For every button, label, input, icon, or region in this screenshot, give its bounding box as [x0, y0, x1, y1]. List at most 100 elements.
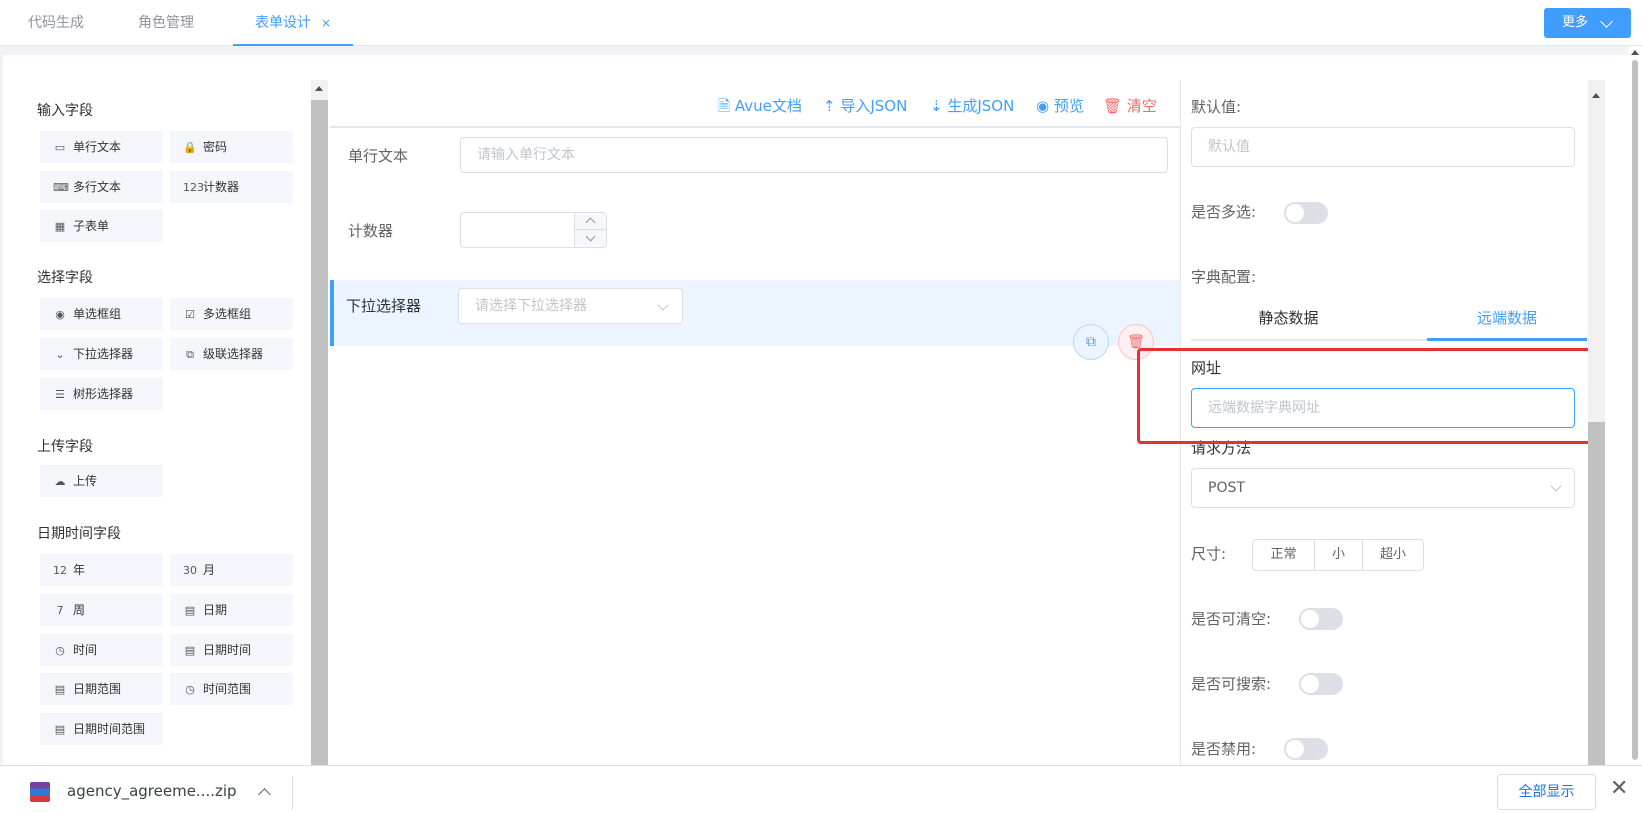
- field-label: 单行文本: [73, 140, 122, 154]
- field-cascader[interactable]: ⧉ 级联选择器: [170, 338, 293, 370]
- show-all-button[interactable]: 全部显示: [1497, 774, 1596, 810]
- field-label: 树形选择器: [73, 387, 134, 401]
- group-title-select: 选择字段: [37, 270, 93, 286]
- field-checkbox-group[interactable]: ☑ 多选框组: [170, 298, 293, 330]
- download-file-name[interactable]: agency_agreeme....zip: [67, 782, 237, 800]
- close-icon[interactable]: ✕: [1610, 776, 1628, 801]
- size-radio-group: 正常 小 超小: [1252, 539, 1424, 571]
- searchable-label: 是否可搜索:: [1191, 675, 1272, 693]
- field-label: 级联选择器: [203, 347, 264, 361]
- scroll-up-arrow-icon[interactable]: [1631, 50, 1639, 55]
- default-value-label: 默认值:: [1191, 98, 1242, 116]
- field-time[interactable]: ◷ 时间: [40, 634, 163, 666]
- size-option-normal[interactable]: 正常: [1253, 540, 1314, 570]
- copy-item-button[interactable]: ⧉: [1073, 324, 1109, 360]
- tab-code-generation[interactable]: 代码生成: [28, 0, 84, 46]
- counter-stepper: [574, 213, 606, 247]
- disabled-label: 是否禁用:: [1191, 740, 1257, 758]
- field-counter[interactable]: 123计数器: [170, 171, 293, 203]
- field-label: 日期范围: [73, 682, 122, 696]
- document-icon: 🗎: [718, 97, 731, 115]
- trash-icon: 🗑: [1103, 97, 1123, 115]
- field-datetime-range[interactable]: ▤ 日期时间范围: [40, 713, 163, 745]
- import-json-label: 导入JSON: [840, 97, 908, 115]
- field-tree-select[interactable]: ☰ 树形选择器: [40, 378, 163, 410]
- decrease-button[interactable]: [575, 230, 606, 247]
- chevron-up-icon: [585, 217, 596, 228]
- scroll-up-arrow-icon[interactable]: [315, 86, 323, 91]
- group-title-input: 输入字段: [37, 103, 93, 119]
- preview-button[interactable]: ◉ 预览: [1036, 95, 1084, 116]
- avue-docs-label: Avue文档: [734, 97, 802, 115]
- cloud-upload-icon: ☁: [54, 475, 66, 488]
- field-select[interactable]: ⌄ 下拉选择器: [40, 338, 163, 370]
- field-upload[interactable]: ☁ 上传: [40, 465, 163, 497]
- single-text-input[interactable]: 请输入单行文本: [460, 137, 1168, 173]
- clearable-switch[interactable]: [1299, 608, 1343, 630]
- chevron-up-icon[interactable]: [258, 788, 271, 801]
- chevron-down-icon: [1550, 480, 1562, 492]
- tab-label: 代码生成: [28, 15, 84, 31]
- field-month[interactable]: 30 月: [170, 554, 293, 586]
- size-label: 尺寸:: [1191, 545, 1227, 563]
- import-json-button[interactable]: ⇡ 导入JSON: [823, 95, 907, 116]
- properties-scrollbar[interactable]: [1588, 80, 1605, 765]
- close-icon[interactable]: ×: [321, 16, 331, 30]
- select-field-input[interactable]: 请选择下拉选择器: [458, 288, 683, 324]
- scrollbar-thumb[interactable]: [1588, 422, 1605, 765]
- field-label: 多行文本: [73, 180, 122, 194]
- generate-json-label: 生成JSON: [947, 97, 1015, 115]
- calendar-icon: 30: [183, 564, 197, 577]
- field-label: 上传: [73, 474, 98, 488]
- chevron-down-icon: [585, 231, 596, 242]
- page-scrollbar[interactable]: [1628, 46, 1642, 765]
- table-icon: ▦: [54, 220, 66, 233]
- request-method-select[interactable]: POST: [1191, 468, 1575, 508]
- field-label: 时间范围: [203, 682, 252, 696]
- placeholder: 默认值: [1208, 139, 1250, 155]
- field-password[interactable]: 🔒 密码: [170, 131, 293, 163]
- field-time-range[interactable]: ◷ 时间范围: [170, 673, 293, 705]
- calendar-icon: 7: [56, 604, 64, 617]
- tab-remote-data[interactable]: 远端数据: [1427, 296, 1587, 340]
- field-datetime[interactable]: ▤ 日期时间: [170, 634, 293, 666]
- field-label: 日期时间: [203, 643, 252, 657]
- scrollbar-thumb[interactable]: [1632, 60, 1638, 760]
- tab-static-data[interactable]: 静态数据: [1191, 296, 1386, 340]
- clock-icon: ◷: [55, 644, 65, 657]
- field-week[interactable]: 7周: [40, 594, 163, 626]
- field-label: 计数器: [203, 180, 240, 194]
- cascader-icon: ⧉: [186, 348, 194, 361]
- size-option-mini[interactable]: 超小: [1362, 540, 1423, 570]
- more-button[interactable]: 更多: [1544, 8, 1631, 38]
- tab-role-management[interactable]: 角色管理: [138, 0, 194, 46]
- scroll-up-arrow-icon[interactable]: [1592, 93, 1600, 98]
- counter-input[interactable]: [460, 212, 607, 248]
- eye-icon: ◉: [1036, 97, 1050, 115]
- active-tab-indicator: [1427, 338, 1587, 341]
- field-label: 子表单: [73, 219, 110, 233]
- searchable-switch[interactable]: [1299, 673, 1343, 695]
- disabled-switch[interactable]: [1284, 738, 1328, 760]
- input-icon: ▭: [54, 141, 66, 154]
- scrollbar-thumb[interactable]: [311, 100, 328, 765]
- multiple-switch[interactable]: [1284, 202, 1328, 224]
- tab-form-design[interactable]: 表单设计 ×: [233, 0, 354, 46]
- download-bar: agency_agreeme....zip 全部显示 ✕: [0, 765, 1642, 813]
- increase-button[interactable]: [575, 213, 606, 230]
- field-date-range[interactable]: ▤ 日期范围: [40, 673, 163, 705]
- field-radio-group[interactable]: ◉ 单选框组: [40, 298, 163, 330]
- default-value-input[interactable]: 默认值: [1191, 127, 1575, 167]
- generate-json-button[interactable]: ⇣ 生成JSON: [930, 95, 1014, 116]
- field-year[interactable]: 12 年: [40, 554, 163, 586]
- dict-config-label: 字典配置:: [1191, 268, 1257, 286]
- field-textarea[interactable]: ⌨ 多行文本: [40, 171, 163, 203]
- field-subform[interactable]: ▦ 子表单: [40, 210, 163, 242]
- avue-docs-button[interactable]: 🗎 Avue文档: [718, 95, 802, 121]
- field-date[interactable]: ▤ 日期: [170, 594, 293, 626]
- size-option-small[interactable]: 小: [1314, 540, 1362, 570]
- clear-button[interactable]: 🗑 清空: [1103, 95, 1157, 116]
- calendar-icon: 12: [53, 564, 67, 577]
- field-single-text[interactable]: ▭ 单行文本: [40, 131, 163, 163]
- palette-scrollbar[interactable]: [311, 80, 328, 765]
